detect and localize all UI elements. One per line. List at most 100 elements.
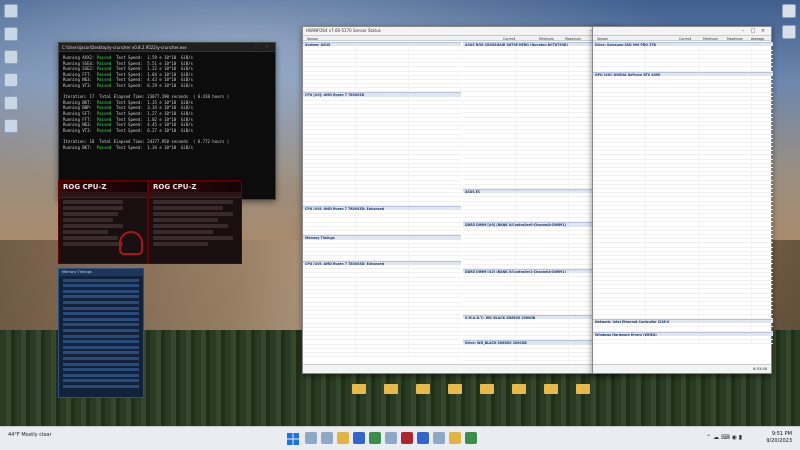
clock-time: 9:51 PM	[771, 431, 792, 437]
test-status: Passed	[96, 105, 112, 111]
elapsed-time: 6:53:58	[753, 366, 767, 371]
folder-icon[interactable]	[544, 384, 558, 394]
terminal-window[interactable]: C:\Users\jacor\Desktop\y-cruncher v0.8.2…	[58, 42, 276, 200]
sensor-row[interactable]	[303, 352, 461, 358]
windows-start-icon[interactable]	[287, 433, 299, 445]
terminal-line-text: Running FFT:	[63, 71, 97, 77]
desktop-icon[interactable]	[4, 4, 18, 18]
terminal-line-text: Running SFT:	[63, 110, 97, 116]
hwinfo-sensor-list-left[interactable]: System: ASUS CPU [#0]: AMD Ryzen 7 7800X3…	[303, 42, 461, 364]
desktop-icon[interactable]	[4, 96, 18, 110]
hwinfo-column-headers[interactable]: SensorCurrentMinimumMaximumAverage	[303, 36, 619, 41]
taskbar-clock[interactable]: 9:51 PM 9/20/2023	[766, 431, 792, 445]
terminal-line-text: Running VT3:	[63, 127, 97, 133]
desktop-icon[interactable]	[782, 25, 796, 39]
column-header[interactable]: Current	[503, 37, 515, 41]
task-view-icon[interactable]	[321, 432, 333, 444]
weather-widget[interactable]: 44°F Mostly clear	[8, 432, 52, 438]
terminal-line-text	[63, 133, 65, 138]
app-icon[interactable]	[433, 432, 445, 444]
browser-icon[interactable]	[353, 432, 365, 444]
terminal-line-text: Running AVX2:	[63, 55, 97, 60]
folder-icon[interactable]	[512, 384, 526, 394]
test-speed: Test Speed: 3.34 e 10^10 GiB/s	[111, 105, 194, 111]
sensor-row[interactable]	[593, 340, 773, 345]
column-header[interactable]: Maximum	[727, 37, 743, 41]
hwinfo-statusbar	[303, 364, 619, 373]
folder-icon[interactable]	[384, 384, 398, 394]
cpuz-window[interactable]: ROG CPU-Z	[58, 180, 148, 264]
folder-icon[interactable]	[416, 384, 430, 394]
column-header[interactable]: Maximum	[565, 37, 581, 41]
test-speed: Test Speed: 1.34 e 10^10 GiB/s	[111, 144, 194, 150]
desktop-icon[interactable]	[782, 4, 796, 18]
cpuz-tabs[interactable]	[59, 192, 147, 198]
test-speed: Test Speed: 5.51 e 10^10 GiB/s	[111, 60, 194, 66]
hwinfo-title: HWiNFO64 v7.60-5170 Sensor Status	[306, 27, 381, 33]
desktop-icon[interactable]	[4, 119, 18, 133]
folder-icon[interactable]	[352, 384, 366, 394]
test-speed: Test Speed: 1.04 e 10^10 GiB/s	[111, 71, 194, 77]
column-header[interactable]: Sensor	[597, 37, 608, 41]
folder-icon[interactable]	[480, 384, 494, 394]
memory-timings-window[interactable]: Memory Timings	[58, 268, 144, 398]
desktop-folders	[352, 384, 590, 394]
terminal-line-text: Running SSE4:	[63, 60, 97, 66]
test-status: Passed	[96, 127, 112, 133]
cpuz-window[interactable]: ROG CPU-Z	[148, 180, 242, 264]
close-icon[interactable]: ×	[758, 27, 768, 36]
cpuz-title: ROG CPU-Z	[149, 181, 241, 192]
search-icon[interactable]	[305, 432, 317, 444]
hwinfo-sensor-window[interactable]: HWiNFO64 v7.60-5170 Sensor Status – □ × …	[302, 26, 621, 374]
maximize-icon[interactable]: □	[252, 43, 262, 52]
hwinfo-titlebar[interactable]: HWiNFO64 v7.60-5170 Sensor Status – □ ×	[303, 27, 619, 36]
hwinfo-sensor-window-2[interactable]: – □ × Sensor Current Minimum Maximum Average…	[592, 26, 773, 374]
terminal-line-text: Running BBP:	[63, 105, 97, 111]
terminal-line-text: Running N63:	[63, 77, 97, 83]
maximize-icon[interactable]: □	[748, 27, 758, 36]
test-status: Passed	[96, 99, 112, 105]
test-speed: Test Speed: 1.22 e 10^10 GiB/s	[111, 66, 194, 72]
terminal-line-text: Running BKT:	[63, 144, 97, 150]
hwinfo-sensor-list[interactable]: Drive: Samsung SSD 990 PRO 2TB GPU [#0]: …	[593, 42, 773, 364]
test-status: Passed	[96, 66, 112, 72]
terminal-line-text: Iteration: 18 Total Elapsed Time: 24377.…	[63, 138, 230, 144]
terminal-line-text: Running VT3:	[63, 82, 97, 88]
cpuz-tabs[interactable]	[149, 192, 241, 198]
system-tray-icons[interactable]: ⌃ ☁ ⌨ ◉ ▮	[706, 434, 742, 441]
test-speed: Test Speed: 1.35 e 10^10 GiB/s	[111, 99, 194, 105]
folder-icon[interactable]	[576, 384, 590, 394]
hwinfo-icon[interactable]	[417, 432, 429, 444]
column-header[interactable]: Sensor	[307, 37, 318, 41]
file-explorer-icon[interactable]	[337, 432, 349, 444]
cpuz-icon[interactable]	[401, 432, 413, 444]
app-icon[interactable]	[449, 432, 461, 444]
hwinfo-column-headers[interactable]: Sensor Current Minimum Maximum Average	[593, 36, 771, 41]
terminal-line-text: Iteration: 17 Total Elapsed Time: 23077.…	[63, 94, 230, 100]
hwinfo-statusbar: 6:53:58	[593, 364, 771, 373]
hwinfo-titlebar[interactable]: – □ ×	[593, 27, 771, 36]
folder-icon[interactable]	[448, 384, 462, 394]
test-speed: Test Speed: 1.27 e 10^10 GiB/s	[111, 110, 194, 116]
desktop-icon[interactable]	[4, 73, 18, 87]
terminal-titlebar[interactable]: C:\Users\jacor\Desktop\y-cruncher v0.8.2…	[59, 43, 275, 52]
terminal-icon[interactable]	[385, 432, 397, 444]
minimize-icon[interactable]: –	[738, 27, 748, 36]
terminal-line-text: Running BKT:	[63, 99, 97, 105]
column-header[interactable]: Minimum	[539, 37, 554, 41]
desktop-icon[interactable]	[4, 27, 18, 41]
app-icon[interactable]	[465, 432, 477, 444]
clock-date: 9/20/2023	[766, 438, 792, 444]
test-speed: Test Speed: 4.45 e 10^10 GiB/s	[111, 122, 194, 128]
column-header[interactable]: Current	[679, 37, 691, 41]
store-icon[interactable]	[369, 432, 381, 444]
test-status: Passed	[96, 122, 112, 128]
test-status: Passed	[96, 71, 112, 77]
column-header[interactable]: Minimum	[703, 37, 718, 41]
desktop-icon[interactable]	[4, 50, 18, 64]
terminal-output: Running AVX2: Passed Test Speed: 1.59 e …	[59, 52, 275, 153]
column-header[interactable]: Average	[751, 37, 764, 41]
close-icon[interactable]: ×	[262, 43, 272, 52]
memory-timings-title: Memory Timings	[59, 269, 143, 276]
minimize-icon[interactable]: –	[242, 43, 252, 52]
